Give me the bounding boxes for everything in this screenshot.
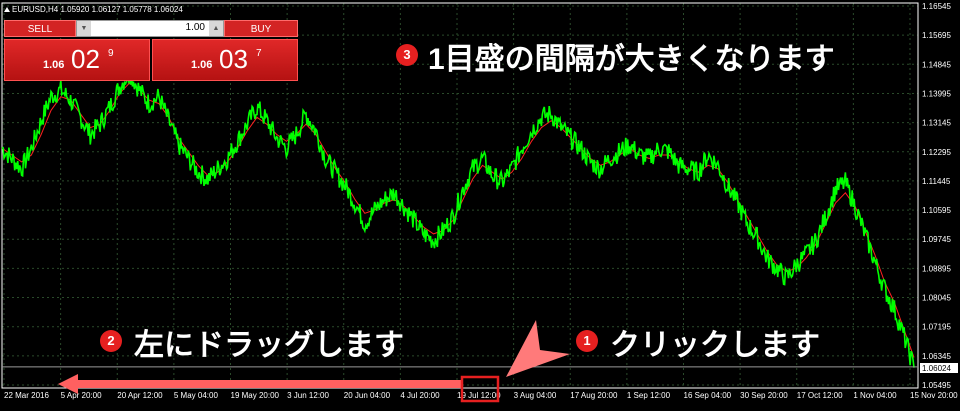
step3-text: 1目盛の間隔が大きくなります — [428, 43, 835, 76]
step2-badge: 2 — [100, 330, 122, 352]
time-tick-label: 5 Apr 20:00 — [61, 391, 102, 400]
sell-price-big: 02 — [71, 44, 100, 74]
current-price-label: 1.06024 — [922, 364, 951, 373]
time-tick-label: 19 May 20:00 — [231, 391, 280, 400]
time-tick-label: 15 Nov 20:00 — [910, 391, 958, 400]
time-tick-label: 19 Jul 12:00 — [457, 391, 501, 400]
price-tick-label: 1.13145 — [922, 119, 951, 128]
lot-size-field[interactable]: ▼ 1.00 ▲ — [76, 20, 224, 37]
lot-size-value: 1.00 — [185, 22, 205, 33]
time-tick-label: 20 Apr 12:00 — [117, 391, 163, 400]
callout-pointer — [506, 320, 570, 377]
lot-increase-icon[interactable]: ▲ — [209, 21, 223, 36]
price-tick-label: 1.14845 — [922, 60, 951, 69]
buy-price-sup: 7 — [256, 48, 262, 59]
chart-title: EURUSD,H4 1.05920 1.06127 1.05778 1.0602… — [12, 5, 183, 14]
time-tick-label: 5 May 04:00 — [174, 391, 219, 400]
time-tick-label: 3 Aug 04:00 — [514, 391, 557, 400]
step3-badge: 3 — [396, 44, 418, 66]
time-tick-label: 17 Aug 20:00 — [570, 391, 618, 400]
price-tick-label: 1.06345 — [922, 352, 951, 361]
price-tick-label: 1.07195 — [922, 323, 951, 332]
time-tick-label: 4 Jul 20:00 — [400, 391, 440, 400]
step1-badge: 1 — [576, 330, 598, 352]
time-tick-label: 22 Mar 2016 — [4, 391, 49, 400]
step2-text: 左にドラッグします — [134, 329, 404, 362]
drag-arrow — [74, 380, 462, 388]
sell-price[interactable]: 1.06 02 9 — [4, 39, 150, 81]
time-tick-label: 30 Sep 20:00 — [740, 391, 788, 400]
buy-price-big: 03 — [219, 44, 248, 74]
time-tick-label: 20 Jun 04:00 — [344, 391, 391, 400]
price-axis: 1.16545 1.15695 1.14845 1.13995 1.13145 1.122… — [922, 2, 951, 390]
price-tick-label: 1.09745 — [922, 235, 951, 244]
time-tick-label: 1 Nov 04:00 — [853, 391, 897, 400]
price-tick-label: 1.15695 — [922, 31, 951, 40]
price-tick-label: 1.12295 — [922, 148, 951, 157]
lot-decrease-icon[interactable]: ▼ — [77, 21, 91, 36]
time-axis: 22 Mar 2016 5 Apr 20:00 20 Apr 12:00 5 May … — [4, 391, 958, 400]
sell-price-prefix: 1.06 — [43, 59, 65, 71]
time-tick-label: 17 Oct 12:00 — [797, 391, 843, 400]
buy-button[interactable]: BUY — [224, 20, 298, 37]
time-tick-label: 1 Sep 12:00 — [627, 391, 671, 400]
price-tick-label: 1.13995 — [922, 89, 951, 98]
symbol-icon — [4, 7, 10, 12]
step1-text: クリックします — [610, 329, 820, 362]
time-tick-label: 3 Jun 12:00 — [287, 391, 329, 400]
price-tick-label: 1.05495 — [922, 381, 951, 390]
price-tick-label: 1.08895 — [922, 264, 951, 273]
price-tick-label: 1.16545 — [922, 2, 951, 11]
price-tick-label: 1.10595 — [922, 206, 951, 215]
sell-price-sup: 9 — [108, 48, 114, 59]
sell-button[interactable]: SELL — [4, 20, 76, 37]
buy-price-prefix: 1.06 — [191, 59, 213, 71]
buy-price[interactable]: 1.06 03 7 — [152, 39, 298, 81]
moving-average-line — [1, 82, 915, 358]
price-tick-label: 1.08045 — [922, 294, 951, 303]
one-click-trading-panel: SELL ▼ 1.00 ▲ BUY 1.06 02 9 1.06 03 7 — [4, 20, 298, 82]
price-tick-label: 1.11445 — [922, 177, 951, 186]
time-tick-label: 16 Sep 04:00 — [684, 391, 732, 400]
